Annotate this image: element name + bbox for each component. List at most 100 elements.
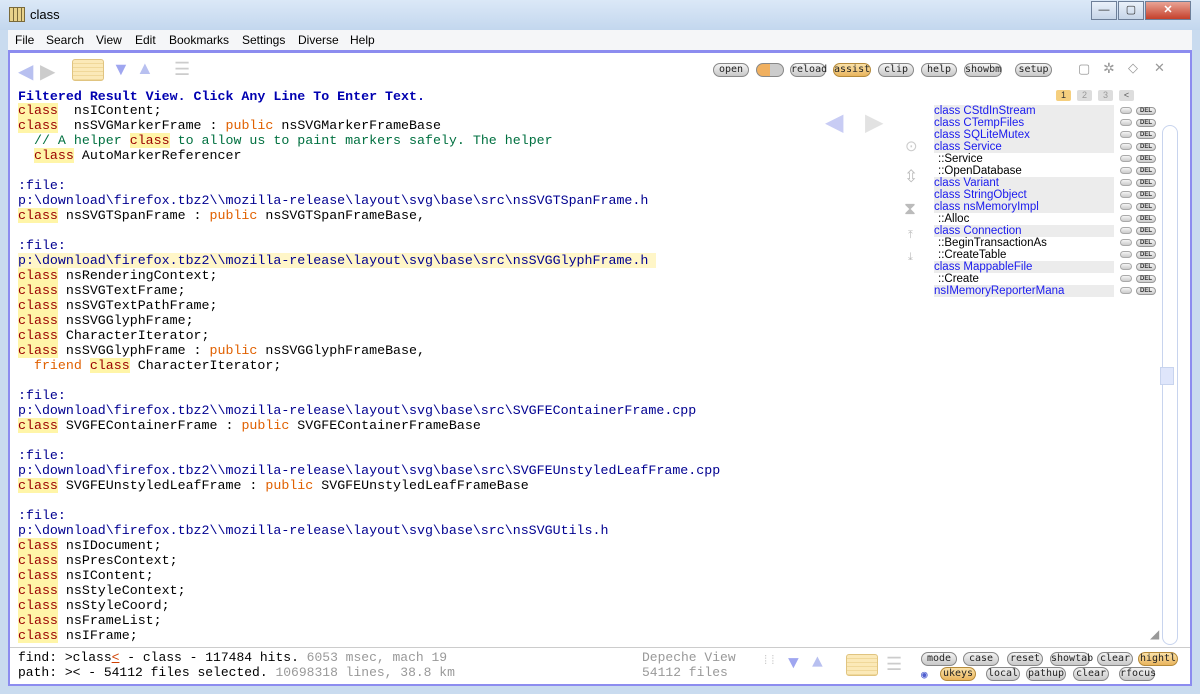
delete-button[interactable]: DEL xyxy=(1136,191,1156,199)
magnifier-icon[interactable]: ◉ xyxy=(921,668,928,682)
showbm-button[interactable]: showbm xyxy=(964,63,1002,77)
delete-button[interactable]: DEL xyxy=(1136,155,1156,163)
setup-button[interactable]: setup xyxy=(1015,63,1052,77)
outline-toggle-button[interactable] xyxy=(1120,287,1132,294)
close-view-icon[interactable]: ✕ xyxy=(1154,60,1165,76)
outline-toggle-button[interactable] xyxy=(1120,239,1132,246)
result-line[interactable]: class nsIContent; xyxy=(18,568,918,583)
outline-toggle-button[interactable] xyxy=(1120,167,1132,174)
result-line[interactable] xyxy=(18,373,918,388)
result-line[interactable]: class CharacterIterator; xyxy=(18,328,918,343)
result-line[interactable]: class nsSVGTSpanFrame : public nsSVGTSpa… xyxy=(18,208,918,223)
arrow-down-icon[interactable]: ▼ xyxy=(112,59,130,80)
outline-class-item[interactable]: class MappableFile xyxy=(934,261,1114,273)
mode-button[interactable]: mode xyxy=(921,652,957,666)
outline-class-item[interactable]: class CTempFiles xyxy=(934,117,1114,129)
menu-diverse[interactable]: Diverse xyxy=(298,33,339,47)
arrow-up-icon[interactable]: ▲ xyxy=(136,58,154,79)
scroll-updown-icon[interactable]: ⇳ xyxy=(904,167,918,187)
menu-bookmarks[interactable]: Bookmarks xyxy=(169,33,229,47)
help-button[interactable]: help xyxy=(921,63,957,77)
status-notes-icon[interactable] xyxy=(846,654,878,676)
forward-arrow-icon[interactable]: ▶ xyxy=(40,59,55,84)
result-line[interactable]: :file: xyxy=(18,508,918,523)
clear-button[interactable]: clear xyxy=(1097,652,1133,666)
delete-button[interactable]: DEL xyxy=(1136,131,1156,139)
result-line[interactable]: class nsSVGGlyphFrame : public nsSVGGlyp… xyxy=(18,343,918,358)
outline-class-item[interactable]: class StringObject xyxy=(934,189,1114,201)
outline-class-item[interactable]: class Variant xyxy=(934,177,1114,189)
menu-search[interactable]: Search xyxy=(46,33,84,47)
result-line[interactable]: class nsSVGTextFrame; xyxy=(18,283,918,298)
menu-view[interactable]: View xyxy=(96,33,122,47)
result-line[interactable]: class nsIDocument; xyxy=(18,538,918,553)
find-query[interactable]: >class xyxy=(65,650,112,665)
scrollbar-thumb[interactable] xyxy=(1160,367,1174,385)
result-line[interactable]: class nsIContent; xyxy=(18,103,918,118)
result-line[interactable]: class nsFrameList; xyxy=(18,613,918,628)
find-line[interactable]: find: >class< - class - 117484 hits. 605… xyxy=(18,650,447,665)
expand-icon[interactable]: ✲ xyxy=(1103,60,1115,77)
close-button[interactable]: ✕ xyxy=(1145,1,1191,20)
result-line[interactable] xyxy=(18,223,918,238)
result-line[interactable]: p:\download\firefox.tbz2\\mozilla-releas… xyxy=(18,463,918,478)
outline-toggle-button[interactable] xyxy=(1120,155,1132,162)
delete-button[interactable]: DEL xyxy=(1136,119,1156,127)
outline-toggle-button[interactable] xyxy=(1120,119,1132,126)
outline-class-item[interactable]: class nsMemoryImpl xyxy=(934,201,1114,213)
delete-button[interactable]: DEL xyxy=(1136,239,1156,247)
fullscreen-icon[interactable]: ▢ xyxy=(1078,61,1090,77)
path-line[interactable]: path: >< - 54112 files selected. 1069831… xyxy=(18,665,455,680)
result-line[interactable]: :file: xyxy=(18,448,918,463)
result-line[interactable]: class nsSVGMarkerFrame : public nsSVGMar… xyxy=(18,118,918,133)
case-button[interactable]: case xyxy=(963,652,999,666)
local-button[interactable]: local xyxy=(986,667,1020,681)
outline-toggle-button[interactable] xyxy=(1120,251,1132,258)
status-list-icon[interactable]: ☰ xyxy=(886,654,902,676)
delete-button[interactable]: DEL xyxy=(1136,143,1156,151)
grip-icon[interactable]: ⁞⁞ xyxy=(762,654,776,668)
result-line[interactable]: friend class CharacterIterator; xyxy=(18,358,918,373)
page-tab-1[interactable]: 1 xyxy=(1056,90,1071,101)
delete-button[interactable]: DEL xyxy=(1136,179,1156,187)
top-icon[interactable]: ⤒ xyxy=(908,229,913,242)
result-line[interactable]: p:\download\firefox.tbz2\\mozilla-releas… xyxy=(18,523,918,538)
assist-button[interactable]: assist xyxy=(833,63,871,77)
outline-toggle-button[interactable] xyxy=(1120,179,1132,186)
result-line[interactable]: class AutoMarkerReferencer xyxy=(18,148,918,163)
result-line[interactable]: p:\download\firefox.tbz2\\mozilla-releas… xyxy=(18,403,918,418)
status-arrow-down-icon[interactable]: ▼ xyxy=(788,654,799,674)
delete-button[interactable]: DEL xyxy=(1136,251,1156,259)
result-line[interactable]: class nsIFrame; xyxy=(18,628,918,643)
result-line[interactable] xyxy=(18,433,918,448)
outline-class-item[interactable]: class Connection xyxy=(934,225,1114,237)
resize-grip-icon[interactable]: ◢ xyxy=(1150,627,1159,641)
prev-hit-arrow-icon[interactable]: ◀ xyxy=(825,108,843,137)
delete-button[interactable]: DEL xyxy=(1136,263,1156,271)
outline-member-item[interactable]: ::Service xyxy=(934,153,1114,165)
menu-edit[interactable]: Edit xyxy=(135,33,156,47)
result-line[interactable]: // A helper class to allow us to paint m… xyxy=(18,133,918,148)
result-line[interactable]: class SVGFEUnstyledLeafFrame : public SV… xyxy=(18,478,918,493)
showtab-button[interactable]: showtab xyxy=(1050,652,1093,666)
delete-button[interactable]: DEL xyxy=(1136,167,1156,175)
outline-member-item[interactable]: ::BeginTransactionAs xyxy=(934,237,1114,249)
delete-button[interactable]: DEL xyxy=(1136,215,1156,223)
ukeys-button[interactable]: ukeys xyxy=(940,667,976,681)
page-tab-3[interactable]: 3 xyxy=(1098,90,1113,101)
path-query[interactable]: >< xyxy=(65,665,81,680)
next-hit-arrow-icon[interactable]: ▶ xyxy=(865,108,883,137)
menu-file[interactable]: File xyxy=(15,33,34,47)
result-line[interactable]: class SVGFEContainerFrame : public SVGFE… xyxy=(18,418,918,433)
result-line[interactable]: :file: xyxy=(18,178,918,193)
outline-toggle-button[interactable] xyxy=(1120,215,1132,222)
minimize-button[interactable]: — xyxy=(1091,1,1117,20)
result-line[interactable]: p:\download\firefox.tbz2\\mozilla-releas… xyxy=(18,193,918,208)
result-line[interactable]: :file: xyxy=(18,238,918,253)
list-icon[interactable]: ☰ xyxy=(174,59,190,80)
delete-button[interactable]: DEL xyxy=(1136,287,1156,295)
outline-member-item[interactable]: ::Alloc xyxy=(934,213,1114,225)
outline-member-item[interactable]: ::CreateTable xyxy=(934,249,1114,261)
result-line[interactable]: p:\download\firefox.tbz2\\mozilla-releas… xyxy=(18,253,657,268)
result-line[interactable] xyxy=(18,163,918,178)
